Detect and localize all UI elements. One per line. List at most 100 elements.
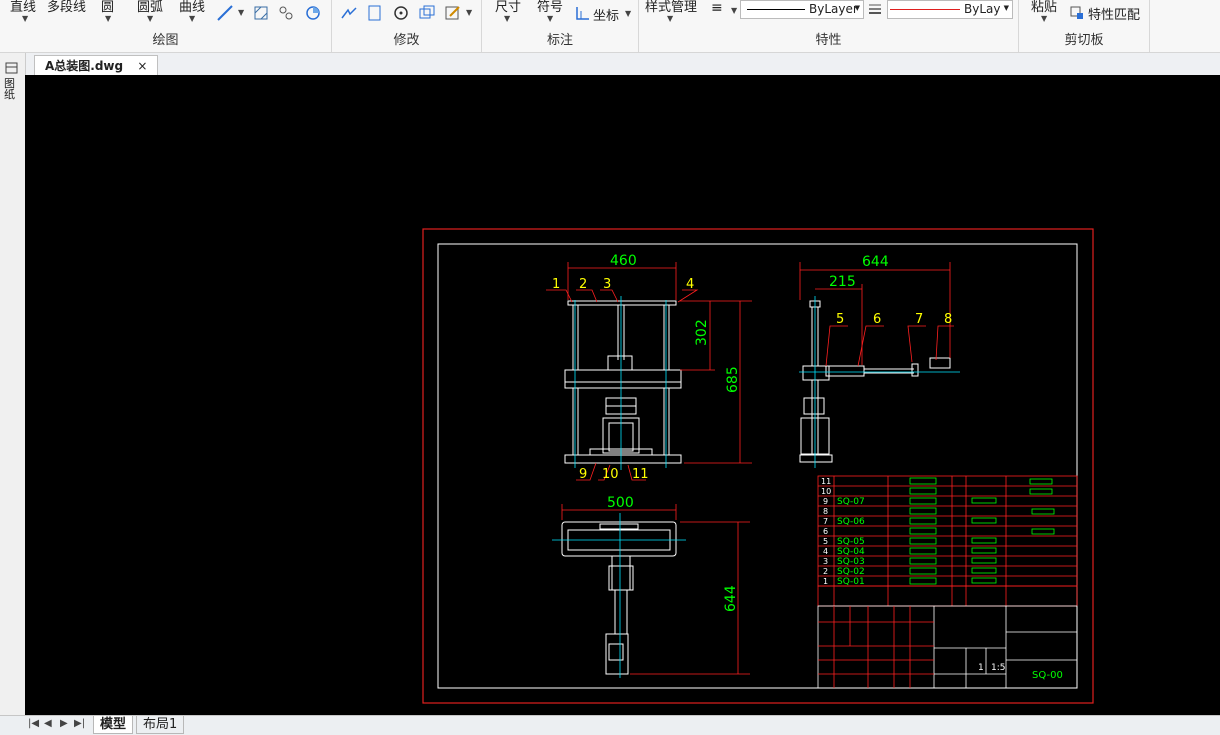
chevron-down-icon[interactable]: ▼	[504, 14, 510, 23]
top-view	[561, 521, 677, 675]
symbol-button[interactable]: 符号	[537, 0, 563, 15]
dim-460: 460	[610, 253, 637, 269]
front-dim-text: 460 302 685	[610, 253, 741, 393]
lineweight-select[interactable]: ByLayer ▼	[887, 0, 1013, 19]
document-tab-strip: A总装图.dwg ×	[0, 53, 1220, 76]
dimension-button[interactable]: 尺寸	[495, 0, 521, 15]
balloon-4: 4	[686, 277, 694, 292]
first-layout-icon[interactable]: |◀	[28, 718, 39, 729]
last-layout-icon[interactable]: ▶|	[74, 718, 85, 729]
paste-button[interactable]: 粘贴	[1031, 0, 1057, 15]
sheet-set-button[interactable]: 图纸	[4, 61, 20, 100]
dim-215: 215	[829, 274, 856, 290]
annotate-group: 尺寸 ▼ 符号 ▼ 坐标 ▼ 标注	[482, 0, 639, 52]
lineweight-icon[interactable]	[868, 2, 882, 16]
polyline-button[interactable]: 多段线	[47, 0, 86, 15]
close-icon[interactable]: ×	[137, 59, 147, 73]
bom-no-3: 3	[823, 557, 828, 566]
dim-644-side: 644	[862, 254, 889, 270]
balloon-2: 2	[579, 277, 587, 292]
chevron-down-icon[interactable]: ▼	[625, 9, 631, 18]
lineweight-value: ByLayer	[964, 2, 1000, 16]
chevron-down-icon[interactable]: ▼	[466, 8, 472, 17]
style-manager-button[interactable]: 样式管理	[645, 0, 697, 15]
match-properties-button[interactable]: 特性匹配	[1088, 4, 1140, 23]
chevron-down-icon[interactable]: ▼	[189, 14, 195, 23]
coordinate-button[interactable]: 坐标	[593, 5, 619, 24]
side-dim-text: 644 215	[829, 254, 889, 290]
chevron-down-icon[interactable]: ▼	[147, 14, 153, 23]
dim-644-top: 644	[723, 585, 739, 612]
list-icon[interactable]: ≡	[711, 0, 723, 16]
tab-layout1[interactable]: 布局1	[136, 716, 185, 734]
copy-icon[interactable]	[418, 4, 436, 22]
dim-500: 500	[607, 495, 634, 511]
chevron-down-icon[interactable]: ▼	[105, 14, 111, 23]
region-icon[interactable]	[304, 4, 322, 22]
top-centerlines	[552, 513, 686, 678]
bom-text-code: SQ-07 SQ-06 SQ-05 SQ-04 SQ-03 SQ-02 SQ-0…	[837, 497, 865, 587]
stretch-icon[interactable]	[340, 4, 358, 22]
curve-button[interactable]: 曲线	[179, 0, 205, 15]
balloon-1: 1	[552, 277, 560, 292]
coordinate-icon[interactable]	[575, 5, 591, 21]
tab-model[interactable]: 模型	[93, 716, 134, 734]
bom-code-4: SQ-04	[837, 547, 865, 557]
ribbon: 直线 ▼ 多段线 圆 ▼ 圆弧 ▼ 曲线 ▼ ▼ 绘图 ▼ 修改 尺寸 ▼ 符号…	[0, 0, 1220, 53]
circle-button[interactable]: 圆	[101, 0, 114, 15]
linetype-value: ByLayer	[809, 2, 858, 16]
chevron-down-icon: ▼	[854, 4, 860, 12]
balloon-10: 10	[602, 467, 619, 482]
chevron-down-icon[interactable]: ▼	[22, 14, 28, 23]
bom-no-6: 6	[823, 527, 828, 536]
bom-no-2: 2	[823, 567, 828, 576]
annotate-group-label: 标注	[546, 33, 573, 48]
clipboard-group-label: 剪切板	[1064, 33, 1104, 48]
chevron-down-icon[interactable]: ▼	[238, 8, 244, 17]
match-properties-icon[interactable]	[1069, 5, 1085, 21]
front-balloons-top: 1 2 3 4	[552, 277, 694, 292]
bom-code-9: SQ-07	[837, 497, 865, 507]
balloon-7: 7	[915, 312, 923, 327]
bom-material-marks	[909, 477, 1055, 585]
bom-no-4: 4	[823, 547, 828, 556]
arc-button[interactable]: 圆弧	[137, 0, 163, 15]
construction-line-icon[interactable]	[216, 4, 234, 22]
document-tab-title: A总装图.dwg	[45, 59, 124, 73]
inner-frame	[437, 243, 1078, 689]
rotate-icon[interactable]	[392, 4, 410, 22]
chevron-down-icon[interactable]: ▼	[667, 14, 673, 23]
side-panel-label: 图纸	[4, 77, 15, 101]
balloon-3: 3	[603, 277, 611, 292]
bom-code-5: SQ-05	[837, 537, 865, 547]
title-block-grid	[818, 606, 934, 688]
draw-group: 直线 ▼ 多段线 圆 ▼ 圆弧 ▼ 曲线 ▼ ▼ 绘图	[0, 0, 332, 52]
bom-code-2: SQ-02	[837, 567, 865, 577]
chevron-down-icon[interactable]: ▼	[547, 14, 553, 23]
offset-icon[interactable]	[366, 4, 384, 22]
document-tab[interactable]: A总装图.dwg ×	[34, 55, 159, 76]
next-layout-icon[interactable]: ▶	[60, 718, 68, 729]
array-icon[interactable]	[277, 4, 295, 22]
side-panel: 图纸	[0, 53, 26, 715]
front-centerlines	[574, 296, 667, 470]
bom-code-7: SQ-06	[837, 517, 865, 527]
title-block-text: 1:5 1 SQ-00	[978, 663, 1063, 681]
bom-no-5: 5	[823, 537, 828, 546]
sheet-icon	[5, 62, 18, 74]
title-drawing-no: SQ-00	[1032, 670, 1063, 681]
balloon-5: 5	[836, 312, 844, 327]
drawing-canvas[interactable]: 460 302 685 1 2 3 4 9 10 11 644 215 5 6 …	[25, 75, 1220, 715]
hatch-icon[interactable]	[252, 4, 270, 22]
layout-tab-bar: |◀ ◀ ▶ ▶| 模型 布局1	[0, 715, 1220, 735]
line-button[interactable]: 直线	[10, 0, 36, 15]
edit-icon[interactable]	[444, 4, 462, 22]
chevron-down-icon[interactable]: ▼	[1041, 14, 1047, 23]
bom-no-10: 10	[821, 487, 831, 496]
chevron-down-icon[interactable]: ▼	[731, 6, 737, 15]
linetype-select[interactable]: ByLayer ▼	[740, 0, 864, 19]
sheet-border	[422, 228, 1094, 704]
title-scale: 1:5	[991, 663, 1005, 673]
bom-no-8: 8	[823, 507, 828, 516]
prev-layout-icon[interactable]: ◀	[44, 718, 52, 729]
